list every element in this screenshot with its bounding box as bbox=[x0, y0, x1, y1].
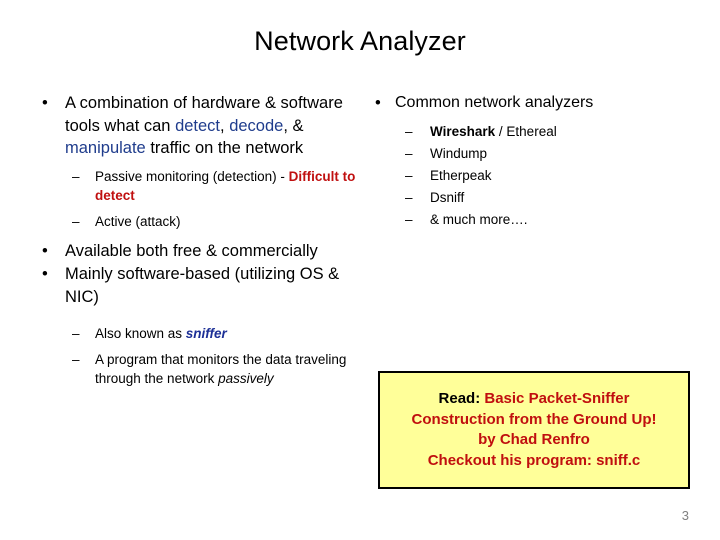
bullet-mainly-software-based: • Mainly software-based (utilizing OS & … bbox=[36, 263, 356, 308]
dash-marker-icon: – bbox=[405, 168, 413, 183]
callout-line-3: by Chad Renfro bbox=[478, 431, 590, 448]
bullet-text: Mainly software-based (utilizing OS & NI… bbox=[65, 265, 340, 306]
sub-bullet-text: Passive monitoring (detection) - Difficu… bbox=[95, 169, 355, 203]
dash-marker-icon: – bbox=[405, 212, 413, 227]
slide-canvas: Network Analyzer • A combination of hard… bbox=[0, 0, 720, 540]
list-item-text: Etherpeak bbox=[430, 168, 492, 183]
list-item: – & much more…. bbox=[368, 209, 688, 231]
text-mid: , & bbox=[283, 116, 304, 135]
emphasis-sniffer: sniffer bbox=[185, 326, 227, 341]
text-part-b: traffic on the network bbox=[145, 139, 304, 157]
right-content-column: • Common network analyzers – Wireshark /… bbox=[368, 92, 688, 231]
analyzer-name: & much more…. bbox=[430, 212, 528, 227]
sub-bullet-active-attack: – Active (attack) bbox=[36, 212, 356, 231]
sub-text-passive: Passive monitoring (detection) - bbox=[95, 168, 289, 184]
sub-bullet-text: Also known as sniffer bbox=[95, 326, 227, 341]
dash-marker-icon: – bbox=[405, 146, 413, 161]
analyzer-list: – Wireshark / Ethereal – Windump – Ether… bbox=[368, 121, 688, 231]
callout-text: Read: Basic Packet-Sniffer Construction … bbox=[404, 389, 665, 471]
keyword-detect: detect bbox=[175, 116, 221, 135]
bullet-marker-icon: • bbox=[42, 265, 48, 283]
callout-line-1: Basic Packet-Sniffer bbox=[484, 390, 630, 407]
emphasis-passively: passively bbox=[218, 371, 274, 386]
callout-line-2: Construction from the Ground Up! bbox=[411, 410, 657, 428]
sub-bullet-text: Active (attack) bbox=[95, 213, 181, 229]
left-content-column: • A combination of hardware & software t… bbox=[36, 92, 356, 388]
page-title: Network Analyzer bbox=[254, 26, 466, 56]
dash-marker-icon: – bbox=[405, 124, 413, 139]
bullet-marker-icon: • bbox=[375, 94, 381, 112]
sub-bullet-passive-monitoring: – Passive monitoring (detection) - Diffi… bbox=[36, 167, 356, 205]
bullet-text: A combination of hardware & software too… bbox=[65, 94, 343, 157]
analyzer-name: Windump bbox=[430, 146, 488, 161]
list-item-text: Wireshark / Ethereal bbox=[430, 124, 557, 139]
sub-bullet-program-monitors-data: – A program that monitors the data trave… bbox=[36, 350, 356, 388]
bullet-available-free-commercially: • Available both free & commercially bbox=[36, 240, 356, 263]
list-item-text: & much more…. bbox=[430, 212, 528, 227]
callout-lead-label: Read: bbox=[438, 390, 485, 407]
dash-marker-icon: – bbox=[72, 352, 80, 367]
bullet-combination-hardware-software: • A combination of hardware & software t… bbox=[36, 92, 356, 160]
dash-marker-icon: – bbox=[72, 213, 80, 229]
bullet-text: Available both free & commercially bbox=[65, 241, 318, 260]
analyzer-name: Wireshark bbox=[430, 124, 496, 139]
analyzer-name: Etherpeak bbox=[430, 168, 492, 183]
bullet-text: Common network analyzers bbox=[395, 94, 594, 111]
keyword-decode: decode bbox=[229, 116, 284, 135]
list-item: – Dsniff bbox=[368, 187, 688, 209]
callout-line-4: Checkout his program: sniff.c bbox=[427, 451, 641, 469]
sub-text-also-known: Also known as bbox=[95, 326, 186, 341]
list-item: – Etherpeak bbox=[368, 165, 688, 187]
list-item-text: Windump bbox=[430, 146, 487, 161]
analyzer-name: Dsniff bbox=[430, 190, 465, 205]
bullet-marker-icon: • bbox=[42, 94, 48, 112]
list-item: – Wireshark / Ethereal bbox=[368, 121, 688, 143]
dash-marker-icon: – bbox=[72, 168, 80, 184]
keyword-manipulate: manipulate bbox=[65, 139, 146, 157]
page-number: 3 bbox=[681, 508, 689, 523]
dash-marker-icon: – bbox=[405, 190, 413, 205]
analyzer-suffix: / Ethereal bbox=[495, 124, 557, 139]
text-comma-1: , bbox=[220, 116, 230, 135]
list-item-text: Dsniff bbox=[430, 190, 464, 205]
sub-bullet-text: A program that monitors the data traveli… bbox=[95, 352, 346, 386]
bullet-common-network-analyzers: • Common network analyzers bbox=[368, 92, 688, 114]
sub-bullet-also-known-as-sniffer: – Also known as sniffer bbox=[36, 324, 356, 343]
bullet-marker-icon: • bbox=[42, 241, 48, 260]
list-item: – Windump bbox=[368, 143, 688, 165]
dash-marker-icon: – bbox=[72, 326, 80, 341]
reading-callout-box: Read: Basic Packet-Sniffer Construction … bbox=[378, 371, 690, 489]
